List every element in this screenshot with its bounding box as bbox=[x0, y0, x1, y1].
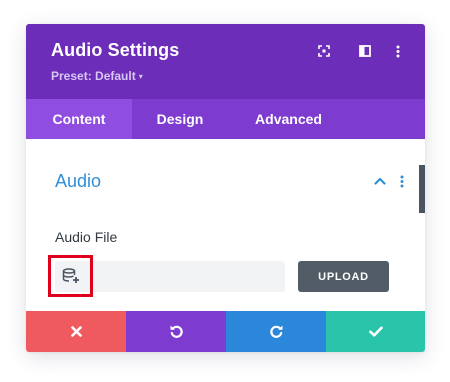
tab-design[interactable]: Design bbox=[132, 99, 228, 139]
tab-bar: Content Design Advanced bbox=[26, 99, 425, 139]
expand-icon[interactable] bbox=[316, 43, 332, 59]
database-add-icon[interactable] bbox=[48, 255, 93, 297]
scrollbar[interactable] bbox=[419, 165, 425, 213]
modal-footer bbox=[26, 311, 425, 352]
tab-content[interactable]: Content bbox=[26, 99, 132, 139]
tab-advanced[interactable]: Advanced bbox=[238, 99, 339, 139]
preset-dropdown[interactable]: Preset: Default ▾ bbox=[51, 69, 143, 83]
upload-button[interactable]: UPLOAD bbox=[298, 261, 389, 292]
undo-button[interactable] bbox=[126, 311, 226, 352]
redo-button[interactable] bbox=[226, 311, 326, 352]
more-vertical-icon[interactable] bbox=[390, 43, 406, 59]
save-button[interactable] bbox=[326, 311, 425, 352]
split-view-icon[interactable] bbox=[357, 43, 373, 59]
audio-settings-modal: Audio Settings Preset: Default ▾ Content … bbox=[26, 24, 425, 352]
section-title[interactable]: Audio bbox=[55, 171, 101, 192]
chevron-up-icon[interactable] bbox=[373, 174, 387, 188]
settings-content: Audio Audio File UPLOAD bbox=[26, 139, 425, 311]
preset-label: Preset: Default bbox=[51, 69, 136, 83]
undo-icon bbox=[170, 325, 183, 338]
redo-icon bbox=[269, 325, 282, 338]
close-icon bbox=[70, 326, 82, 337]
modal-title: Audio Settings bbox=[51, 40, 180, 60]
audio-file-label: Audio File bbox=[55, 229, 118, 245]
check-icon bbox=[368, 326, 383, 337]
caret-down-icon: ▾ bbox=[138, 72, 143, 81]
section-more-icon[interactable] bbox=[396, 173, 408, 189]
cancel-button[interactable] bbox=[26, 311, 126, 352]
modal-header: Audio Settings Preset: Default ▾ bbox=[26, 24, 425, 99]
